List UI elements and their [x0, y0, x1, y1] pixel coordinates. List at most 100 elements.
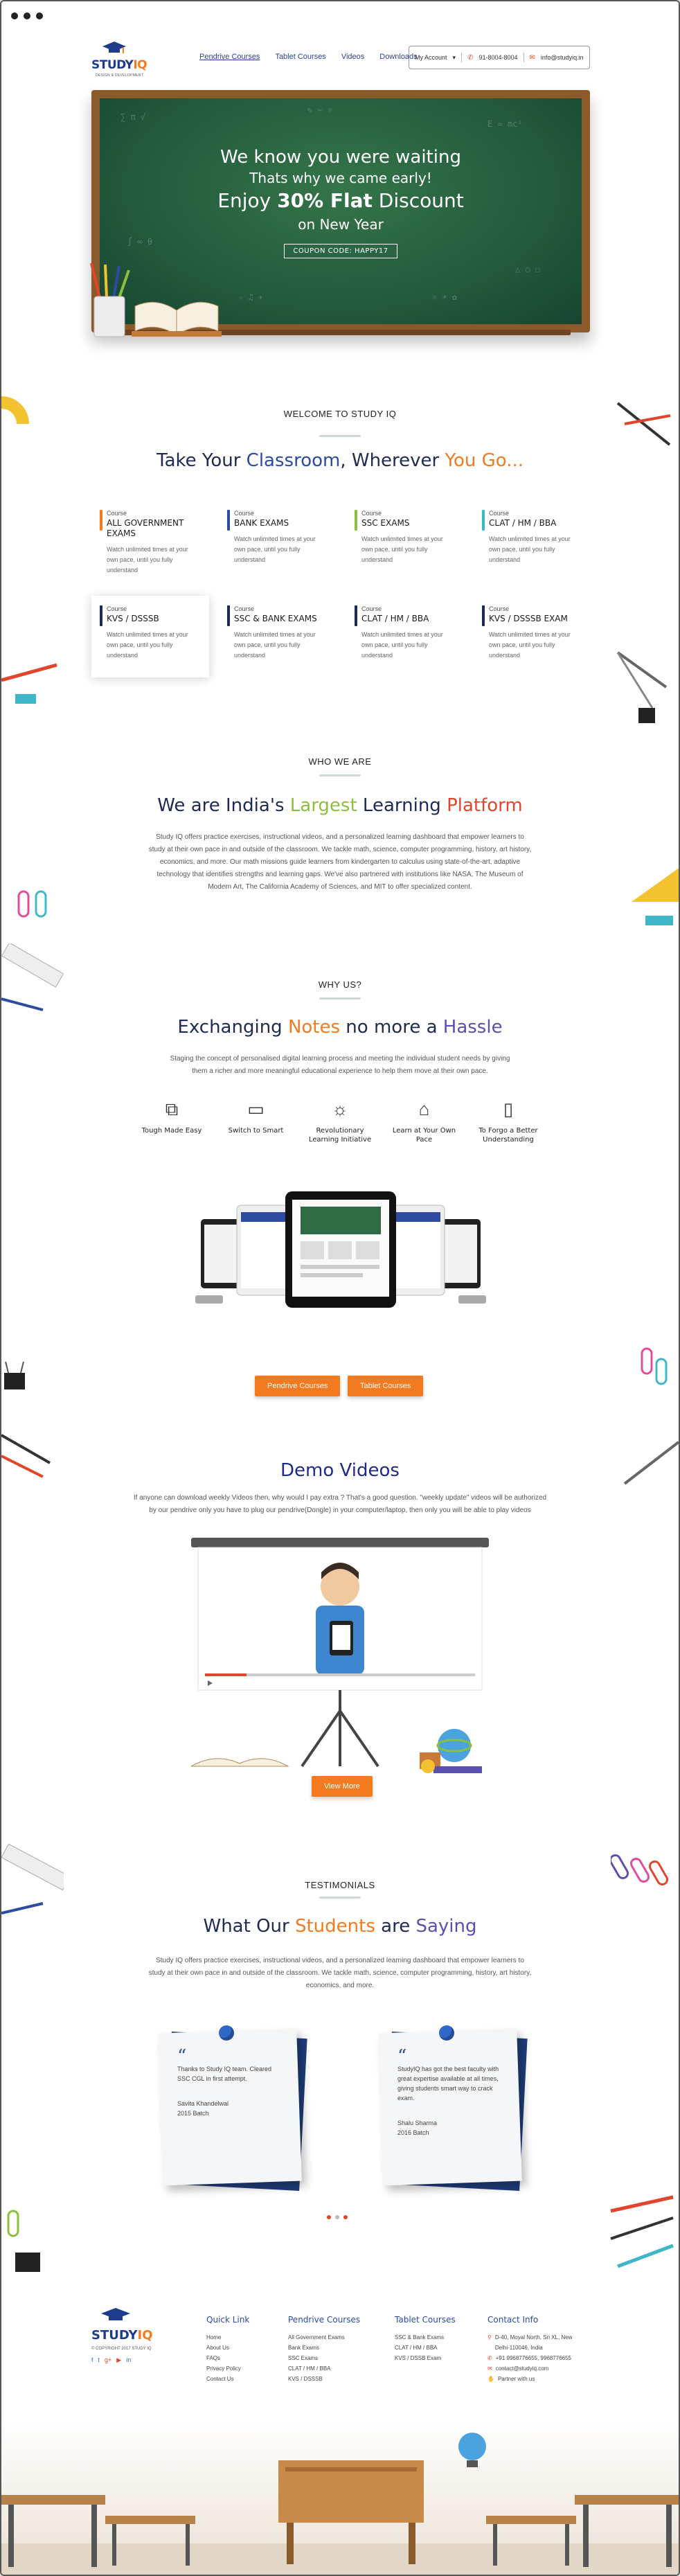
course-card[interactable]: Course KVS / DSSSB EXAM Watch unlimited ti…: [474, 596, 591, 677]
handshake-icon: ✋: [487, 2376, 494, 2382]
footer-tablet-courses: Tablet Courses SSC & Bank Exams CLAT / H…: [395, 2315, 456, 2363]
footer-link[interactable]: Privacy Policy: [206, 2363, 249, 2374]
footer-link[interactable]: FAQs: [206, 2353, 249, 2363]
section-divider: [319, 774, 361, 776]
my-account-link[interactable]: My Account: [415, 54, 447, 61]
footer-contact-info: Contact Info ⚲ D-40, Moyal North, Sri XL,…: [487, 2315, 584, 2384]
view-more-button[interactable]: View More: [312, 1776, 373, 1797]
course-name: ALL GOVERNMENT EXAMS: [107, 518, 184, 538]
binder-clip-icon: [4, 1361, 25, 1389]
open-book-icon: [132, 301, 222, 337]
who-label: WHO WE ARE: [308, 756, 372, 767]
tablet-icon: ▯: [503, 1099, 514, 1119]
section-divider: [319, 997, 361, 1000]
protractor-icon: [632, 868, 679, 925]
device-showcase-image: [195, 1191, 486, 1308]
footer-link[interactable]: KVS / DSSB Exam: [395, 2353, 456, 2363]
testimonial-batch: 2015 Batch: [177, 2110, 209, 2117]
pendrive-courses-button[interactable]: Pendrive Courses: [255, 1376, 341, 1396]
footer-link[interactable]: SSC Exams: [288, 2353, 360, 2363]
logo[interactable]: STUDYIQ DESIGN & DEVELOPMENT: [91, 42, 147, 85]
footer-link[interactable]: Bank Exams: [288, 2343, 360, 2353]
lightbulb-icon: ☼: [332, 1099, 348, 1119]
contact-email[interactable]: contact@studyiq.com: [496, 2363, 549, 2374]
footer-link[interactable]: Home: [206, 2332, 249, 2343]
pencils-icon: [1, 663, 57, 704]
section-divider: [319, 1897, 361, 1899]
feature-item: ⌂ Learn at Your Own Pace: [390, 1097, 459, 1144]
why-title: Exchanging Notes no more a Hassle: [177, 1017, 503, 1038]
paperclips-icon: [641, 1347, 668, 1385]
footer-link[interactable]: SSC & Bank Exams: [395, 2332, 456, 2343]
nav-videos[interactable]: Videos: [341, 53, 364, 61]
feature-list: ⧉ Tough Made Easy ▭ Switch to Smart ☼ Revol…: [137, 1097, 543, 1144]
testimonials-text: Study IQ offers practice exercises, inst…: [148, 1957, 532, 1989]
linkedin-icon[interactable]: in: [126, 2356, 131, 2364]
logo-text: STUDYIQ: [91, 58, 147, 72]
pencils-icon: [610, 2195, 674, 2268]
facebook-icon[interactable]: f: [91, 2356, 93, 2364]
phone-number[interactable]: 91-8004-8004: [478, 54, 517, 61]
twitter-icon[interactable]: t: [98, 2356, 100, 2364]
browser-frame: STUDYIQ DESIGN & DEVELOPMENT Pendrive Co…: [0, 0, 680, 2576]
phone-icon: ✆: [467, 53, 474, 62]
footer-link[interactable]: CLAT / HM / BBA: [395, 2343, 456, 2353]
quote-icon: “: [397, 2046, 407, 2067]
window-dot[interactable]: [36, 12, 43, 19]
welcome-label: WELCOME TO STUDY IQ: [283, 409, 397, 419]
footer-pendrive-courses: Pendrive Courses All Government Exams Ba…: [288, 2315, 360, 2384]
contact-phones[interactable]: +91 9968776655, 9968776655: [496, 2353, 571, 2363]
footer-link[interactable]: KVS / DSSSB: [288, 2374, 360, 2384]
course-card[interactable]: Course ALL GOVERNMENT EXAMS Watch unlimite…: [91, 500, 209, 582]
footer-link[interactable]: All Government Exams: [288, 2332, 360, 2343]
footer-link[interactable]: CLAT / HM / BBA: [288, 2363, 360, 2374]
footer-brand: STUDYIQ © COPYRIGHT 2017 STUDY IQ f t g+…: [91, 2308, 168, 2364]
footer-link[interactable]: About Us: [206, 2343, 249, 2353]
partner-link[interactable]: Partner with us: [498, 2374, 535, 2384]
logo-subtitle: DESIGN & DEVELOPMENT: [96, 73, 144, 78]
googleplus-icon[interactable]: g+: [105, 2356, 111, 2364]
course-card[interactable]: Course SSC EXAMS Watch unlimited times at …: [346, 500, 464, 582]
window-dot[interactable]: [24, 12, 30, 19]
feature-item: ▯ To Forgo a Better Understanding: [474, 1097, 543, 1144]
window-dot[interactable]: [11, 12, 18, 19]
pencil-cup-icon: [90, 263, 130, 337]
tablet-courses-button[interactable]: Tablet Courses: [348, 1376, 424, 1396]
course-name: CLAT / HM / BBA: [489, 518, 557, 528]
phone-icon: ✆: [487, 2355, 492, 2361]
course-card[interactable]: Course CLAT / HM / BBA Watch unlimited tim…: [346, 596, 464, 677]
book-icon: ⌂: [418, 1099, 430, 1119]
quote-icon: “: [177, 2046, 187, 2067]
testimonial-card: “StudyIQ has got the best faculty with g…: [378, 2025, 528, 2191]
puzzle-icon: ⧉: [165, 1099, 179, 1119]
footer-link[interactable]: Contact Us: [206, 2374, 249, 2384]
testimonial-author: Savita Khandelwal: [177, 2100, 229, 2107]
nav-pendrive-courses[interactable]: Pendrive Courses: [199, 53, 260, 61]
youtube-icon[interactable]: ▶: [116, 2356, 121, 2364]
pager-dot[interactable]: [335, 2215, 339, 2219]
course-card[interactable]: Course SSC & BANK EXAMS Watch unlimited ti…: [219, 596, 337, 677]
pager-dot[interactable]: [327, 2215, 331, 2219]
course-card[interactable]: Course KVS / DSSSB Watch unlimited times a…: [91, 596, 209, 677]
classroom-illustration: [1, 2419, 679, 2575]
hero-line-3: Enjoy 30% Flat Discount: [217, 189, 464, 212]
doodle-icon: ✎ ✂ ☼: [307, 105, 333, 115]
chevron-down-icon[interactable]: ▾: [453, 54, 456, 62]
who-title: We are India's Largest Learning Platform: [157, 795, 523, 816]
email-link[interactable]: info@studyiq.in: [541, 54, 584, 61]
video-player[interactable]: [191, 1538, 489, 1780]
account-bar: My Account ▾ ✆ 91-8004-8004 ✉ info@study…: [409, 46, 590, 69]
testimonials-title: What Our Students are Saying: [203, 1916, 477, 1937]
nav-tablet-courses[interactable]: Tablet Courses: [275, 53, 325, 61]
mail-icon: ✉: [487, 2365, 492, 2372]
pager-dot[interactable]: [343, 2215, 348, 2219]
address: D-40, Moyal North, Sri XL, New Delhi-110…: [494, 2334, 573, 2351]
testimonial-batch: 2016 Batch: [397, 2129, 429, 2136]
course-name: CLAT / HM / BBA: [361, 614, 429, 623]
hero-text: We know you were waiting Thats why we ca…: [100, 145, 582, 258]
course-name: SSC EXAMS: [361, 518, 410, 528]
carousel-pager: [327, 2215, 348, 2219]
graduation-cap-icon: [101, 2308, 130, 2320]
course-card[interactable]: Course BANK EXAMS Watch unlimited times at…: [219, 500, 337, 582]
course-card[interactable]: Course CLAT / HM / BBA Watch unlimited tim…: [474, 500, 591, 582]
